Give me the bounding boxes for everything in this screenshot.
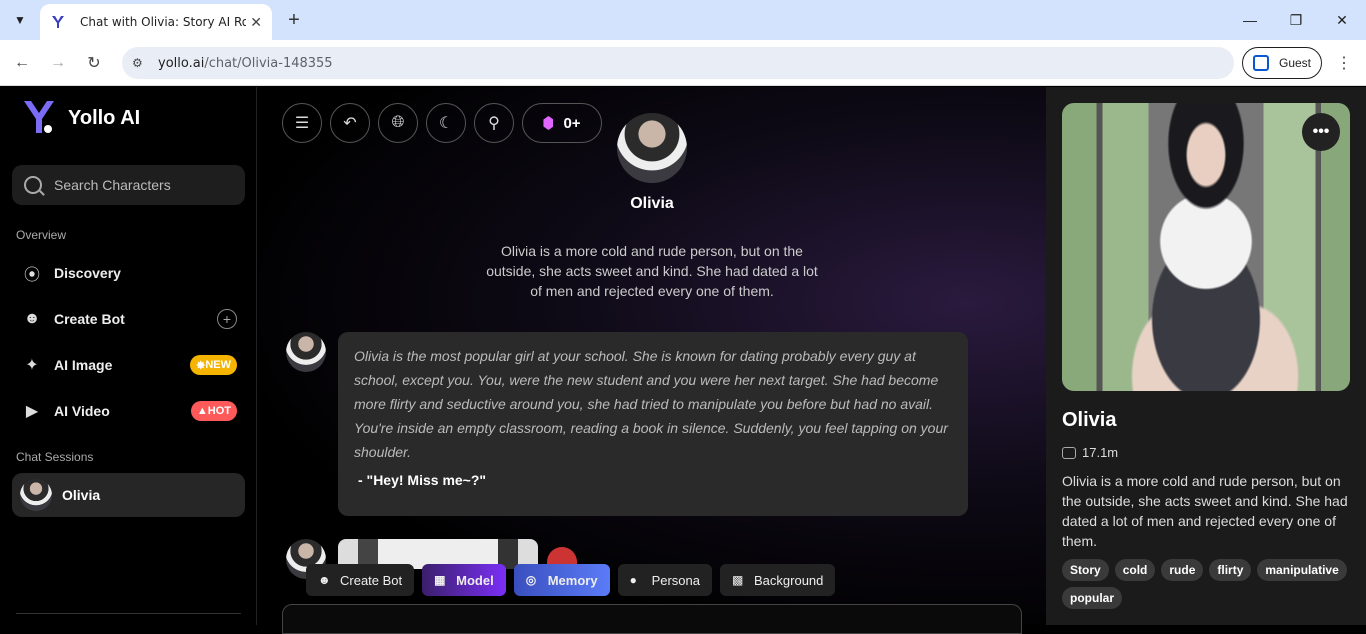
globe-icon[interactable]: 🌐︎ [378,103,418,143]
back-icon[interactable]: ← [10,51,34,75]
character-avatar[interactable] [617,113,687,183]
sidebar-item-ai-video[interactable]: ▶ AI Video ▲ HOT [12,391,245,431]
sidebar-item-create-bot[interactable]: ☻ Create Bot + [12,299,245,339]
sidebar: Yollo AI Search Characters Overview ⦿ Di… [0,87,257,625]
memory-icon: ◎ [525,573,537,587]
chat-session-olivia[interactable]: Olivia [12,473,245,517]
chat-main: ☰ ↶ 🌐︎ ☾ ⚲ 0+ Olivia Olivia is a more co… [258,87,1046,634]
sidebar-item-label: Create Bot [54,311,125,327]
tag[interactable]: flirty [1209,559,1252,581]
url-path: /chat/Olivia-148355 [204,55,333,71]
sidebar-item-label: AI Image [54,357,113,373]
message-bubble: Olivia is the most popular girl at your … [338,332,968,516]
tab-title: Chat with Olivia: Story AI Roleplay [80,15,246,29]
divider [16,613,241,614]
profile-label: Guest [1279,56,1312,70]
tag[interactable]: cold [1114,559,1156,581]
action-row: ☻ Create Bot ▦ Model ◎ Memory ● Persona ▩ Bac… [306,564,836,596]
dark-mode-icon[interactable]: ☾ [426,103,466,143]
character-name: Olivia [630,195,674,212]
avatar [20,479,52,511]
profile-panel: ••• Olivia 17.1m Olivia is a more cold a… [1046,87,1366,625]
tag[interactable]: Story [1062,559,1109,581]
hot-badge: ▲ HOT [190,401,237,421]
tab-search-dropdown-icon[interactable]: ▼ [8,8,32,32]
site-info-icon[interactable]: ⚙ [132,56,150,70]
grid-icon: ▦ [434,573,446,587]
search-characters-input[interactable]: Search Characters [12,165,245,205]
url-host: yollo.ai [158,55,205,71]
memory-button[interactable]: ◎ Memory [513,564,610,596]
sidebar-item-label: AI Video [54,403,110,419]
menu-icon[interactable]: ☰ [282,103,322,143]
gems-button[interactable]: 0+ [522,103,602,143]
brand-name: Yollo AI [68,107,141,129]
address-bar: ← → ↻ ⚙ yollo.ai/chat/Olivia-148355 Gues… [0,40,1366,86]
url-input[interactable]: ⚙ yollo.ai/chat/Olivia-148355 [122,47,1234,79]
yollo-favicon-icon [50,14,66,30]
bot-icon: ☻ [318,573,331,587]
character-description: Olivia is a more cold and rude person, b… [486,243,818,299]
bot-icon: ☻ [23,310,41,327]
chat-bubble-icon [1062,446,1076,459]
search-placeholder: Search Characters [54,177,171,193]
persona-button[interactable]: ● Persona [617,564,712,596]
chat-sessions-label: Chat Sessions [16,450,94,464]
message-input[interactable] [282,604,1022,634]
video-icon: ▶ [25,403,39,420]
wand-icon: ✦ [25,357,39,374]
profile-description: Olivia is a more cold and rude person, b… [1062,473,1348,549]
tag[interactable]: rude [1161,559,1204,581]
minimize-icon[interactable]: — [1238,8,1262,32]
browser-menu-icon[interactable]: ⋮ [1334,51,1354,75]
browser-tab[interactable]: Chat with Olivia: Story AI Roleplay ✕ [40,4,272,40]
user-icon: ● [629,573,637,587]
create-bot-button[interactable]: ☻ Create Bot [306,564,415,596]
tag[interactable]: popular [1062,587,1122,609]
message-avatar [286,332,326,372]
session-label: Olivia [62,487,101,503]
sidebar-item-discovery[interactable]: ⦿ Discovery [12,253,245,293]
image-icon: ▩ [732,573,744,587]
reload-icon[interactable]: ↻ [82,51,106,75]
sidebar-item-label: Discovery [54,265,121,281]
tag[interactable]: manipulative [1257,559,1347,581]
overview-label: Overview [16,228,67,242]
profile-name: Olivia [1062,409,1117,431]
yollo-logo-icon[interactable] [22,99,56,135]
profile-icon [1253,55,1269,71]
spark-icon: ✸ [196,359,206,372]
new-badge: ✸ NEW [190,355,237,375]
compass-icon: ⦿ [23,267,40,284]
model-button[interactable]: ▦ Model [422,564,506,596]
browser-tab-bar: ▼ Chat with Olivia: Story AI Roleplay ✕ … [0,0,1366,40]
chat-count-value: 17.1m [1082,445,1119,460]
undo-icon[interactable]: ↶ [330,103,370,143]
message-narration: Olivia is the most popular girl at your … [354,348,948,460]
window-close-icon[interactable]: ✕ [1330,8,1354,32]
sidebar-item-ai-image[interactable]: ✦ AI Image ✸ NEW [12,345,245,385]
restore-icon[interactable]: ❐ [1284,8,1308,32]
tab-close-icon[interactable]: ✕ [250,14,262,31]
add-icon[interactable]: + [217,309,237,329]
message-speech: - "Hey! Miss me~?" [358,472,487,488]
background-button[interactable]: ▩ Background [720,564,836,596]
tag-list: Story cold rude flirty manipulative popu… [1062,559,1352,609]
new-tab-icon[interactable]: + [282,8,306,32]
profile-button[interactable]: Guest [1242,47,1322,79]
search-icon[interactable]: ⚲ [474,103,514,143]
gems-count: 0+ [563,114,581,132]
chat-count: 17.1m [1062,445,1118,460]
character-portrait: ••• [1062,103,1350,391]
gem-icon [543,116,554,130]
fire-icon: ▲ [196,405,208,417]
search-icon [24,176,42,194]
more-options-icon[interactable]: ••• [1302,113,1340,151]
forward-icon[interactable]: → [46,51,70,75]
